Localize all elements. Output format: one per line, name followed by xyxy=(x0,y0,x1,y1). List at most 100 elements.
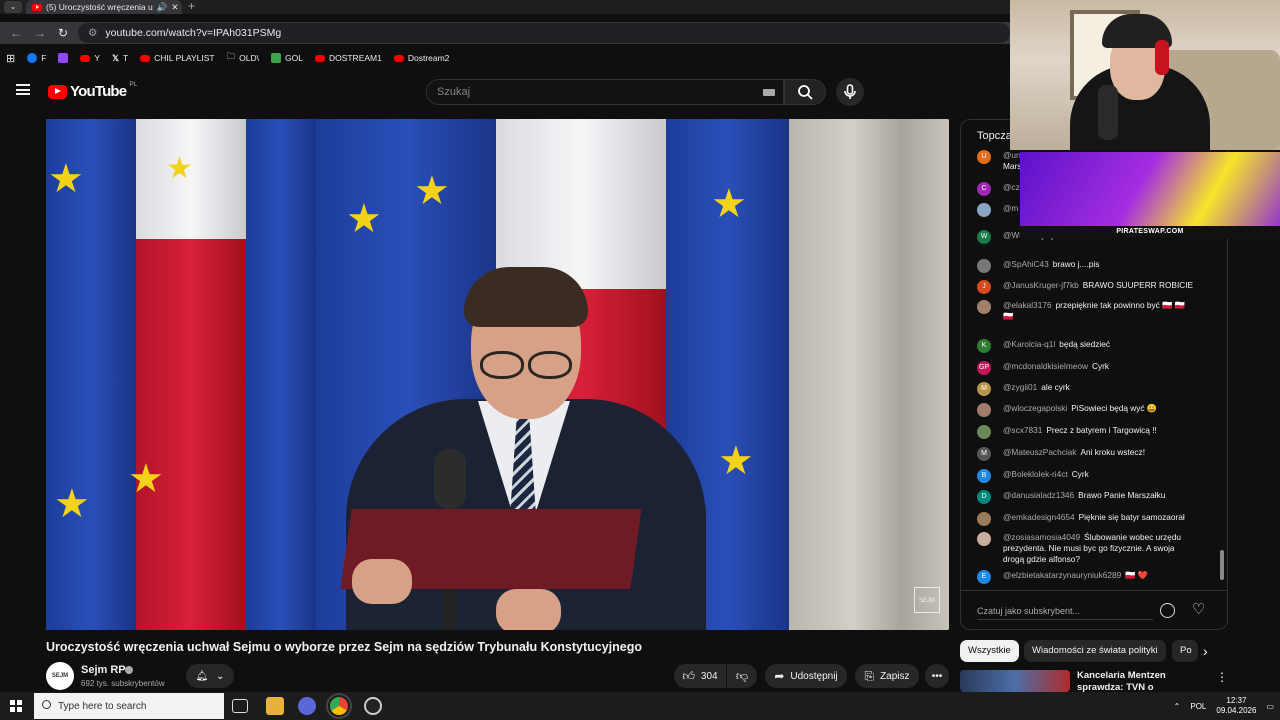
more-actions-button[interactable]: ••• xyxy=(925,664,949,688)
bookmark-item[interactable]: DOSTREAM1 xyxy=(314,53,382,63)
chat-author-name[interactable]: @m xyxy=(1003,203,1018,213)
chat-author-avatar[interactable] xyxy=(977,425,991,439)
task-view-icon[interactable] xyxy=(232,699,248,713)
bookmark-item[interactable]: F xyxy=(27,53,46,63)
chevron-up-icon[interactable]: ⌃ xyxy=(1174,702,1181,711)
new-tab-button[interactable]: + xyxy=(188,0,195,12)
site-info-icon[interactable]: ⚙ xyxy=(88,27,97,39)
chat-author-name[interactable]: @elakal3176 xyxy=(1003,300,1052,310)
windows-start-icon[interactable] xyxy=(10,700,22,712)
chat-input[interactable]: Czatuj jako subskrybent... xyxy=(977,602,1153,620)
chat-author-avatar[interactable] xyxy=(977,532,991,546)
notifications-button[interactable]: 🔔︎ ⌄ xyxy=(186,664,234,688)
save-button[interactable]: ⎘ Zapisz xyxy=(855,664,919,688)
language-indicator[interactable]: POL xyxy=(1190,702,1206,711)
share-button[interactable]: ➦ Udostępnij xyxy=(765,664,847,688)
chat-author-name[interactable]: @mcdonaldkisielmeow xyxy=(1003,361,1088,371)
chat-author-name[interactable]: @cz xyxy=(1003,182,1020,192)
chrome-icon[interactable] xyxy=(326,693,352,719)
browser-tab-active[interactable]: (5) Uroczystość wręczenia u 🔊 ✕ xyxy=(26,0,182,14)
chat-author-name[interactable]: @SpAhiC43 xyxy=(1003,259,1049,269)
bookmark-item[interactable]: Y xyxy=(80,53,100,63)
gol-icon xyxy=(270,53,281,63)
chat-header-title[interactable]: Topcza xyxy=(977,130,1012,142)
chat-author-name[interactable]: @scx7831 xyxy=(1003,425,1042,435)
chat-author-avatar[interactable]: M xyxy=(977,382,991,396)
recommended-video-title[interactable]: Kancelaria Mentzen sprawdza: TVN o Funda… xyxy=(1077,670,1207,694)
chip-partial[interactable]: Po xyxy=(1172,640,1198,662)
chat-author-name[interactable]: @Karolcia-q1l xyxy=(1003,339,1055,349)
more-vert-icon[interactable]: ⋮ xyxy=(1216,670,1228,684)
chat-author-avatar[interactable]: J xyxy=(977,280,991,294)
chat-author-name[interactable]: @JanusKruger-jf7kb xyxy=(1003,280,1079,290)
bookmark-item[interactable]: GOL xyxy=(270,53,303,63)
speaker-hair xyxy=(464,267,588,327)
dislike-button[interactable]: 👎︎ xyxy=(727,664,757,688)
search-input[interactable]: Szukaj xyxy=(426,79,784,105)
tab-search-button[interactable]: ⌄ xyxy=(4,1,22,13)
youtube-logo[interactable]: YouTube PL xyxy=(48,81,137,100)
bookmark-item[interactable]: Dostream2 xyxy=(393,53,449,63)
chat-author-avatar[interactable]: K xyxy=(977,339,991,353)
chat-author-name[interactable]: @elzbietakatarzynauryniuk6289 xyxy=(1003,570,1121,580)
taskbar-search-input[interactable]: Type here to search xyxy=(34,693,224,719)
chat-message-text: Cyrk xyxy=(1071,469,1089,479)
search-icon xyxy=(798,85,813,100)
forward-icon[interactable]: → xyxy=(34,26,46,40)
notification-icon[interactable]: ▭ xyxy=(1266,702,1274,711)
chat-author-avatar[interactable]: D xyxy=(977,490,991,504)
chat-author-avatar[interactable] xyxy=(977,300,991,314)
chat-author-name[interactable]: @Boleklolek-ri4ct xyxy=(1003,469,1068,479)
channel-avatar[interactable]: SEJM xyxy=(46,662,74,690)
reload-icon[interactable]: ↻ xyxy=(58,26,68,40)
chat-message: B @Boleklolek-ri4ct Cyrk xyxy=(977,469,1197,483)
search-button[interactable] xyxy=(784,79,826,105)
chat-author-name[interactable]: @zygii01 xyxy=(1003,382,1037,392)
chip-all[interactable]: Wszystkie xyxy=(960,640,1019,662)
chat-author-name[interactable]: @Wi xyxy=(1003,230,1021,240)
obs-icon[interactable] xyxy=(364,697,382,715)
menu-icon[interactable] xyxy=(16,84,30,95)
chat-author-avatar[interactable]: U xyxy=(977,150,991,164)
file-explorer-icon[interactable] xyxy=(266,697,284,715)
chip-politics-news[interactable]: Wiadomości ze świata polityki xyxy=(1024,640,1166,662)
recommended-video-thumbnail[interactable] xyxy=(960,670,1070,692)
chat-author-avatar[interactable] xyxy=(977,259,991,273)
voice-search-button[interactable] xyxy=(836,78,864,106)
chat-author-name[interactable]: @MateuszPachciak xyxy=(1003,447,1076,457)
chat-author-avatar[interactable] xyxy=(977,403,991,417)
chat-author-avatar[interactable]: C xyxy=(977,182,991,196)
back-icon[interactable]: ← xyxy=(10,26,22,40)
chat-author-avatar[interactable]: B xyxy=(977,469,991,483)
tab-audio-icon[interactable]: 🔊 xyxy=(157,2,168,13)
clock[interactable]: 12:37 09.04.2026 xyxy=(1216,696,1256,716)
chat-author-avatar[interactable]: W xyxy=(977,230,991,244)
bookmark-folder[interactable]: 🗀 OLD\ xyxy=(227,51,259,65)
emoji-icon[interactable] xyxy=(1160,603,1175,618)
facebook-icon xyxy=(27,53,38,63)
bookmark-item[interactable] xyxy=(58,53,69,63)
tab-close-icon[interactable]: ✕ xyxy=(171,2,178,13)
chat-author-name[interactable]: @wloczegapolski xyxy=(1003,403,1067,413)
channel-name[interactable]: Sejm RP xyxy=(81,664,126,676)
apps-grid-icon[interactable]: ⊞ xyxy=(6,52,15,65)
chat-author-name[interactable]: @danusialadz1346 xyxy=(1003,490,1074,500)
chevron-right-icon[interactable]: › xyxy=(1203,643,1208,659)
address-bar[interactable]: ⚙ youtube.com/watch?v=IPAh031PSMg xyxy=(78,23,1010,43)
chat-author-name[interactable]: @zosiasamosia4049 xyxy=(1003,532,1080,542)
chat-author-name[interactable]: @emkadesign4654 xyxy=(1003,512,1075,522)
chat-author-avatar[interactable]: GP xyxy=(977,361,991,375)
bookmark-item[interactable]: 𝕏T xyxy=(112,53,128,64)
chat-author-avatar[interactable] xyxy=(977,203,991,217)
chat-author-avatar[interactable] xyxy=(977,512,991,526)
sponsor-banner: PIRATESWAP.COM xyxy=(1020,152,1280,238)
keyboard-icon[interactable] xyxy=(763,89,775,96)
bookmark-item[interactable]: CHIL PLAYLIST xyxy=(140,53,215,63)
video-player[interactable]: ★ ★ ★ ★ ★ ★ ★ ★ SEJM xyxy=(46,119,949,630)
chat-author-avatar[interactable]: M xyxy=(977,447,991,461)
chat-author-avatar[interactable]: E xyxy=(977,570,991,584)
like-button[interactable]: 👍︎ 304 xyxy=(674,664,726,688)
heart-icon[interactable]: ♡ xyxy=(1192,600,1205,618)
chat-scrollbar[interactable] xyxy=(1220,550,1224,580)
app-icon[interactable] xyxy=(298,697,316,715)
